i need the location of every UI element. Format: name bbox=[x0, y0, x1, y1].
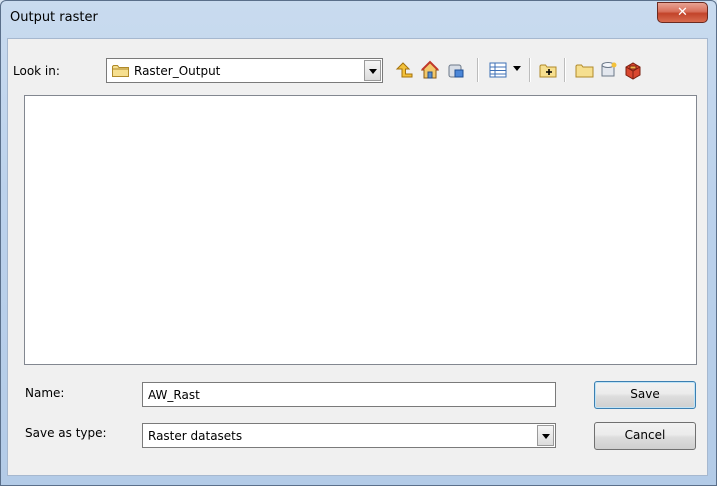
view-menu-dropdown-icon[interactable] bbox=[513, 66, 521, 71]
file-list[interactable] bbox=[24, 95, 697, 365]
catalog-connect-icon[interactable] bbox=[446, 60, 466, 80]
chevron-down-icon bbox=[369, 69, 377, 74]
save-button[interactable]: Save bbox=[594, 381, 696, 409]
folder-icon bbox=[112, 65, 129, 77]
window-title: Output raster bbox=[10, 10, 98, 25]
look-in-value: Raster_Output bbox=[134, 64, 221, 78]
save-as-type-value: Raster datasets bbox=[148, 429, 243, 443]
look-in-dropdown[interactable]: Raster_Output bbox=[106, 58, 383, 83]
toolbar-separator bbox=[529, 58, 531, 82]
home-icon[interactable] bbox=[420, 60, 440, 80]
close-icon: ✕ bbox=[677, 5, 688, 20]
title-bar[interactable]: Output raster ✕ bbox=[1, 1, 716, 39]
toolbar-separator bbox=[564, 58, 566, 82]
toolbox-icon[interactable] bbox=[623, 60, 643, 80]
toolbar-separator bbox=[477, 58, 479, 82]
up-one-level-icon[interactable] bbox=[394, 60, 414, 80]
new-geodatabase-icon[interactable] bbox=[599, 60, 619, 80]
name-label: Name: bbox=[25, 386, 65, 400]
new-folder-icon[interactable] bbox=[539, 60, 559, 80]
cancel-button[interactable]: Cancel bbox=[594, 422, 696, 450]
save-as-type-dropdown-button[interactable] bbox=[537, 425, 554, 446]
chevron-down-icon bbox=[542, 434, 550, 439]
look-in-label: Look in: bbox=[13, 64, 60, 78]
name-input[interactable]: AW_Rast bbox=[142, 382, 556, 407]
look-in-dropdown-button[interactable] bbox=[364, 60, 381, 81]
save-as-type-dropdown[interactable]: Raster datasets bbox=[142, 423, 556, 448]
folder-connect-icon[interactable] bbox=[575, 60, 595, 80]
view-menu-icon[interactable] bbox=[488, 60, 508, 80]
close-button[interactable]: ✕ bbox=[657, 2, 708, 23]
name-input-value: AW_Rast bbox=[148, 388, 200, 402]
save-as-type-label: Save as type: bbox=[25, 426, 107, 440]
